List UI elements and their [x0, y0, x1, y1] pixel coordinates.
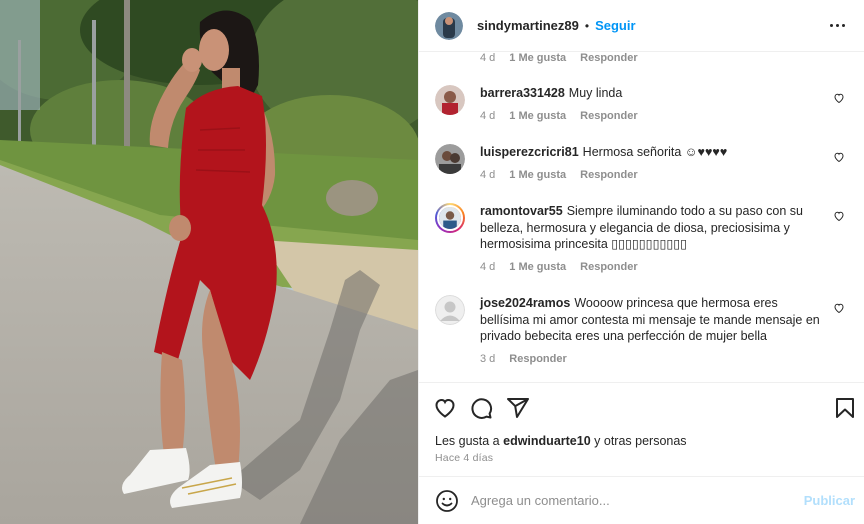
comment-likes[interactable]: 1 Me gusta [509, 167, 566, 184]
comment-item: 4 d 1 Me gusta Responder [435, 52, 849, 67]
comment-meta: 4 d 1 Me gusta Responder [480, 108, 830, 125]
post-actions: Les gusta a edwinduarte10 y otras person… [419, 382, 864, 476]
commenter-avatar-default[interactable] [435, 295, 465, 325]
more-horizontal-icon[interactable] [825, 14, 849, 38]
author-avatar[interactable] [435, 11, 463, 40]
heart-icon[interactable] [433, 396, 457, 420]
comment-username[interactable]: ramontovar55 [480, 204, 563, 218]
commenter-avatar[interactable] [435, 144, 465, 174]
comment-time: 4 d [480, 52, 496, 64]
heart-icon[interactable] [833, 92, 845, 104]
comment-username[interactable]: barrera331428 [480, 86, 565, 100]
comment-item: ramontovar55 Siempre iluminando todo a su… [435, 203, 849, 275]
bookmark-icon[interactable] [833, 396, 857, 420]
commenter-avatar-story-ring[interactable] [435, 203, 465, 233]
comment-text: Muy linda [568, 86, 623, 100]
reply-button[interactable]: Responder [580, 259, 637, 276]
separator-dot: • [584, 18, 590, 33]
emoji-icon[interactable] [435, 489, 459, 513]
heart-icon[interactable] [833, 302, 845, 314]
comment-likes[interactable]: 1 Me gusta [509, 259, 566, 276]
post-photo-illustration [0, 0, 418, 524]
reply-button[interactable]: Responder [580, 52, 637, 67]
comment-composer: Publicar [419, 476, 864, 524]
follow-button[interactable]: Seguir [595, 18, 635, 33]
publish-button[interactable]: Publicar [804, 493, 855, 508]
comment-input[interactable] [471, 493, 804, 508]
likes-summary[interactable]: Les gusta a edwinduarte10 y otras person… [435, 434, 687, 448]
reply-button[interactable]: Responder [580, 108, 637, 125]
comment-username[interactable]: luisperezcricri81 [480, 145, 579, 159]
post-timestamp[interactable]: Hace 4 días [435, 452, 493, 464]
comment-time: 4 d [480, 260, 496, 273]
heart-icon[interactable] [833, 210, 845, 222]
comment-meta: 4 d 1 Me gusta Responder [480, 167, 830, 184]
comment-icon[interactable] [469, 396, 493, 420]
post-image[interactable] [0, 0, 418, 524]
author-username[interactable]: sindymartinez89 [477, 18, 579, 33]
comment-time: 4 d [480, 109, 496, 122]
comment-item: luisperezcricri81 Hermosa señorita ☺♥♥♥♥ … [435, 144, 849, 183]
comment-item: jose2024ramos Woooow princesa que hermosa… [435, 295, 849, 367]
reply-button[interactable]: Responder [509, 351, 566, 368]
comment-meta: 4 d 1 Me gusta Responder [480, 259, 830, 276]
comment-username[interactable]: jose2024ramos [480, 296, 570, 310]
comment-item: barrera331428 Muy linda 4 d 1 Me gusta Re… [435, 85, 849, 124]
comment-likes[interactable]: 1 Me gusta [509, 108, 566, 125]
comments-list[interactable]: 4 d 1 Me gusta Responder barrera331428 Mu… [419, 52, 864, 382]
comment-meta: 3 d Responder [480, 351, 830, 368]
heart-icon[interactable] [833, 151, 845, 163]
likes-prefix: Les gusta a [435, 434, 500, 448]
likes-suffix: y otras personas [594, 434, 687, 448]
post-side-panel: sindymartinez89 • Seguir 4 d 1 Me gusta … [418, 0, 864, 524]
commenter-avatar[interactable] [435, 85, 465, 115]
comment-meta: 4 d 1 Me gusta Responder [480, 52, 830, 67]
post-header: sindymartinez89 • Seguir [419, 0, 864, 52]
comment-time: 4 d [480, 168, 496, 181]
comment-text: Hermosa señorita ☺♥♥♥♥ [582, 145, 728, 159]
comment-likes[interactable]: 1 Me gusta [509, 52, 566, 67]
likes-user[interactable]: edwinduarte10 [503, 434, 591, 448]
reply-button[interactable]: Responder [580, 167, 637, 184]
share-icon[interactable] [506, 396, 530, 420]
comment-time: 3 d [480, 352, 496, 365]
